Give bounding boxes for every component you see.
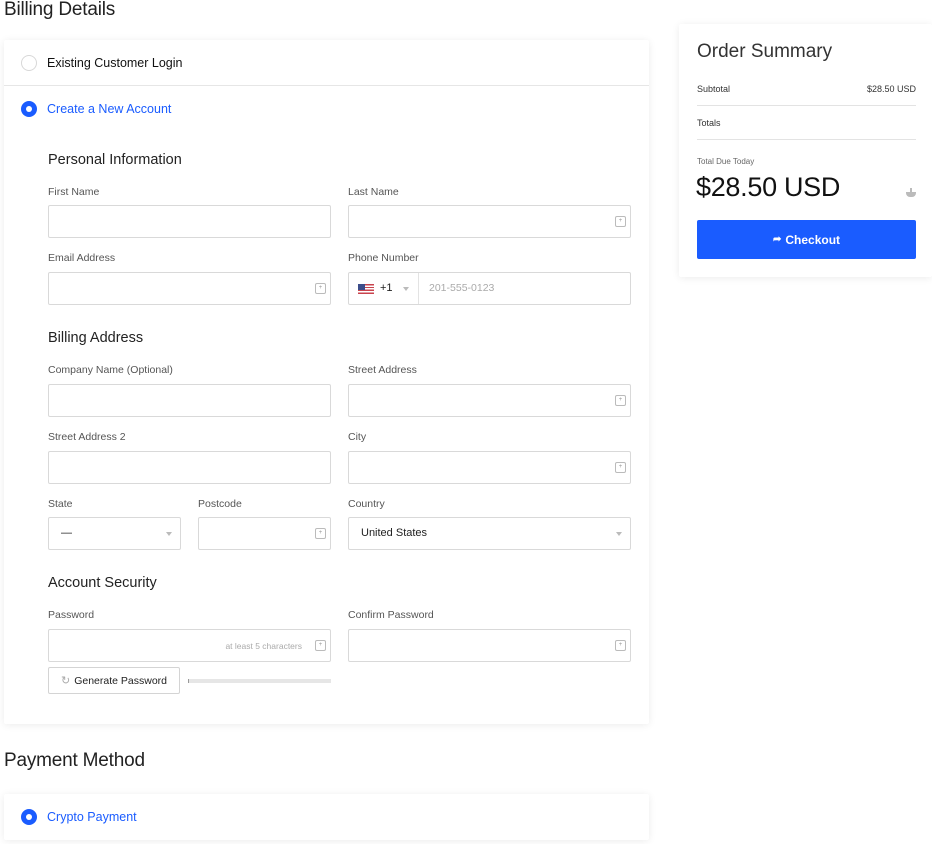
basket-icon <box>906 188 916 197</box>
state-label: State <box>48 498 73 510</box>
password-strength-fill <box>188 679 190 683</box>
country-label: Country <box>348 498 385 510</box>
chevron-down-icon <box>166 532 172 536</box>
share-arrow-icon: ➦ <box>772 234 782 245</box>
checkout-button[interactable]: ➦ Checkout <box>697 220 916 259</box>
dial-code: +1 <box>380 282 393 294</box>
existing-customer-login-option[interactable]: Existing Customer Login <box>4 40 649 86</box>
city-input[interactable]: + <box>348 451 631 484</box>
existing-customer-login-label: Existing Customer Login <box>47 55 183 70</box>
divider <box>697 105 916 106</box>
total-due-label: Total Due Today <box>697 157 755 166</box>
confirm-password-label: Confirm Password <box>348 609 434 621</box>
create-new-account-label: Create a New Account <box>47 102 172 116</box>
order-summary-title: Order Summary <box>697 41 833 62</box>
autofill-icon[interactable]: + <box>615 640 626 651</box>
postcode-label: Postcode <box>198 498 242 510</box>
phone-country-select[interactable]: +1 <box>349 273 419 304</box>
autofill-icon[interactable]: + <box>615 395 626 406</box>
confirm-password-input[interactable]: + <box>348 629 631 662</box>
us-flag-icon <box>358 284 374 294</box>
radio-checked[interactable] <box>21 809 37 825</box>
first-name-input[interactable] <box>48 205 331 238</box>
totals-row: Totals <box>697 118 916 128</box>
generate-password-button[interactable]: ↻ Generate Password <box>48 667 180 694</box>
payment-card: Crypto Payment <box>4 794 649 840</box>
phone-label: Phone Number <box>348 252 419 264</box>
city-label: City <box>348 431 367 443</box>
phone-input[interactable]: +1 201-555-0123 <box>348 272 631 305</box>
total-due-amount: $28.50 USD <box>696 172 841 202</box>
crypto-payment-option[interactable]: Crypto Payment <box>4 794 649 840</box>
refresh-icon: ↻ <box>60 675 71 687</box>
autofill-icon[interactable]: + <box>315 640 326 651</box>
chevron-down-icon <box>616 532 622 536</box>
billing-card: Existing Customer Login Create a New Acc… <box>4 40 649 724</box>
generate-password-label: Generate Password <box>74 674 168 687</box>
postcode-input[interactable]: + <box>198 517 331 550</box>
radio-unchecked[interactable] <box>21 54 37 71</box>
create-new-account-option[interactable]: Create a New Account <box>4 86 649 132</box>
country-select[interactable]: United States <box>348 517 631 550</box>
state-select[interactable]: — <box>48 517 181 550</box>
first-name-label: First Name <box>48 186 100 198</box>
autofill-icon[interactable]: + <box>315 528 326 539</box>
autofill-icon[interactable]: + <box>315 283 326 294</box>
country-value: United States <box>361 527 428 539</box>
street2-label: Street Address 2 <box>48 431 126 443</box>
email-label: Email Address <box>48 252 116 264</box>
personal-info-heading: Personal Information <box>48 152 182 168</box>
subtotal-row: Subtotal $28.50 USD <box>697 84 916 94</box>
divider <box>697 139 916 140</box>
autofill-icon[interactable]: + <box>615 216 626 227</box>
subtotal-value: $28.50 USD <box>866 84 916 94</box>
billing-details-title: Billing Details <box>4 0 116 20</box>
email-input[interactable]: + <box>48 272 331 305</box>
password-label: Password <box>48 609 95 621</box>
chevron-down-icon <box>403 287 409 291</box>
company-input[interactable] <box>48 384 331 417</box>
password-placeholder: at least 5 characters <box>225 641 302 651</box>
state-value: — <box>61 527 72 539</box>
crypto-payment-label: Crypto Payment <box>47 810 137 824</box>
payment-method-title: Payment Method <box>4 750 145 771</box>
password-strength-bar <box>188 679 331 683</box>
last-name-label: Last Name <box>348 186 399 198</box>
password-input[interactable]: at least 5 characters + <box>48 629 331 662</box>
autofill-icon[interactable]: + <box>615 462 626 473</box>
street2-input[interactable] <box>48 451 331 484</box>
radio-checked[interactable] <box>21 101 37 117</box>
street-input[interactable]: + <box>348 384 631 417</box>
last-name-input[interactable]: + <box>348 205 631 238</box>
subtotal-label: Subtotal <box>697 84 731 94</box>
billing-address-heading: Billing Address <box>48 330 144 346</box>
phone-placeholder: 201-555-0123 <box>429 282 495 294</box>
checkout-label: Checkout <box>785 232 841 247</box>
totals-label: Totals <box>697 118 721 128</box>
account-security-heading: Account Security <box>48 575 157 591</box>
street-label: Street Address <box>348 364 417 376</box>
order-summary-card: Order Summary Subtotal $28.50 USD Totals… <box>679 24 932 277</box>
company-label: Company Name (Optional) <box>48 364 173 376</box>
